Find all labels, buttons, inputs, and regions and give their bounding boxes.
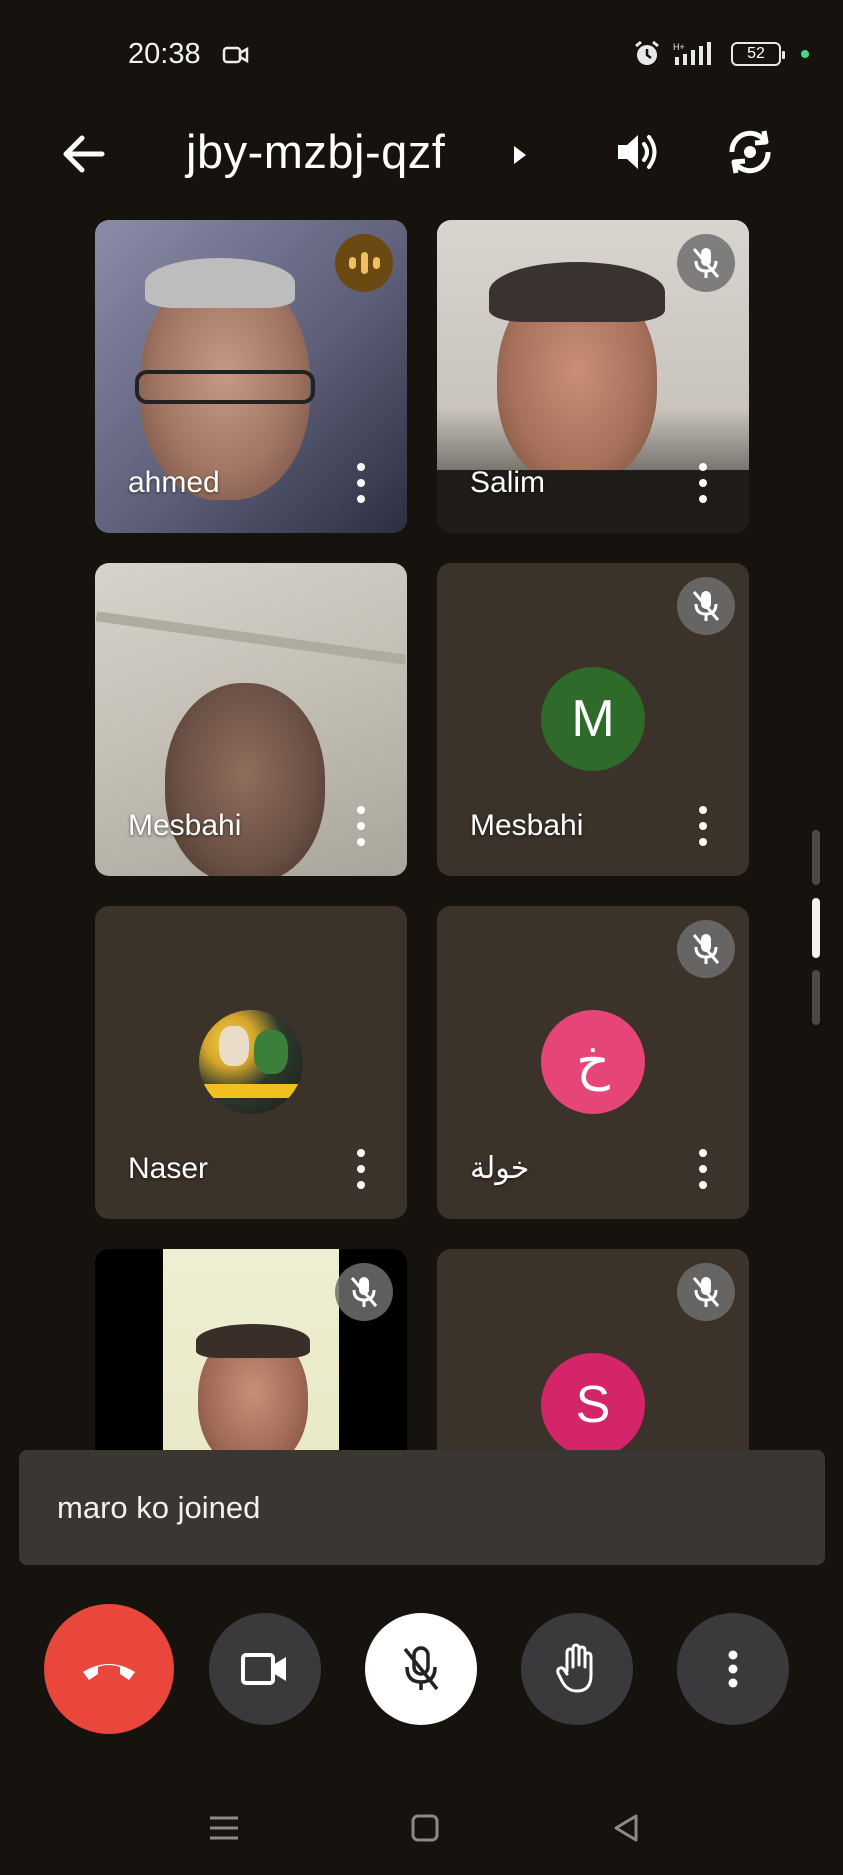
participant-grid: ahmed Salim Mesbahi M Mesbahi Naser خ خو…: [94, 220, 749, 1450]
screen-record-icon: [222, 46, 249, 64]
participant-name: ahmed: [128, 466, 220, 499]
mic-off-badge: [677, 234, 735, 292]
participant-tile[interactable]: S: [437, 1249, 749, 1450]
meeting-code[interactable]: jby-mzbj-qzf: [186, 124, 445, 179]
scrollbar-thumb[interactable]: [812, 898, 820, 958]
svg-text:H+: H+: [673, 42, 685, 52]
participant-tile[interactable]: خ خولة: [437, 906, 749, 1219]
participant-tile[interactable]: ahmed: [95, 220, 407, 533]
participant-name: Mesbahi: [128, 809, 242, 842]
video-camera-icon: [241, 1653, 286, 1685]
avatar: خ: [541, 1010, 645, 1114]
participant-tile[interactable]: [95, 1249, 407, 1450]
participant-name: Mesbahi: [470, 809, 584, 842]
hang-up-icon: [83, 1664, 135, 1680]
speaker-icon: [618, 135, 657, 169]
participant-name: Salim: [470, 466, 546, 499]
camera-toggle-button[interactable]: [209, 1613, 321, 1725]
mic-off-icon: [692, 591, 720, 621]
mic-off-icon: [692, 934, 720, 964]
battery-icon: 52: [731, 42, 785, 66]
participant-video: [163, 1249, 339, 1450]
speaking-indicator: [335, 234, 393, 292]
call-controls: [0, 1600, 843, 1740]
status-time: 20:38: [128, 38, 201, 70]
more-vert-icon[interactable]: [355, 1149, 367, 1189]
mic-off-badge: [335, 1263, 393, 1321]
system-nav-bar: [0, 1790, 843, 1875]
scrollbar-segment: [812, 830, 820, 885]
participant-tile[interactable]: Naser: [95, 906, 407, 1219]
microphone-toggle-button[interactable]: [365, 1613, 477, 1725]
participant-name: خولة: [470, 1152, 530, 1185]
privacy-indicator-dot: [801, 50, 809, 58]
hand-icon: [556, 1643, 593, 1693]
system-back-button[interactable]: [606, 1808, 646, 1848]
grid-scrollbar[interactable]: [812, 830, 820, 1025]
more-vert-icon[interactable]: [697, 463, 709, 503]
back-triangle-icon: [614, 1814, 638, 1842]
mic-off-badge: [677, 1263, 735, 1321]
toast-message: maro ko joined: [57, 1490, 261, 1525]
mic-off-badge: [677, 920, 735, 978]
alarm-icon: [635, 40, 659, 65]
participant-name: Naser: [128, 1152, 209, 1185]
mic-off-icon: [403, 1646, 439, 1691]
more-vert-icon[interactable]: [355, 806, 367, 846]
participant-tile[interactable]: Salim: [437, 220, 749, 533]
recents-button[interactable]: [204, 1808, 244, 1848]
mic-off-icon: [350, 1277, 378, 1307]
home-square-icon: [411, 1814, 439, 1842]
more-vert-icon[interactable]: [697, 1149, 709, 1189]
home-button[interactable]: [405, 1808, 445, 1848]
more-vert-icon: [728, 1650, 738, 1688]
mic-off-icon: [692, 1277, 720, 1307]
menu-icon: [210, 1816, 238, 1840]
switch-camera-button[interactable]: [722, 124, 778, 180]
avatar: S: [541, 1353, 645, 1450]
end-call-button[interactable]: [44, 1604, 174, 1734]
meeting-top-bar: jby-mzbj-qzf: [0, 110, 843, 210]
scrollbar-segment: [812, 970, 820, 1025]
status-icons: H+ 52: [633, 40, 809, 68]
join-notification-toast: maro ko joined: [19, 1450, 825, 1565]
participant-tile[interactable]: M Mesbahi: [437, 563, 749, 876]
back-button[interactable]: [58, 128, 110, 180]
more-vert-icon[interactable]: [697, 806, 709, 846]
avatar: [199, 1010, 303, 1114]
more-vert-icon[interactable]: [355, 463, 367, 503]
mic-off-badge: [677, 577, 735, 635]
back-arrow-icon: [63, 135, 105, 173]
raise-hand-button[interactable]: [521, 1613, 633, 1725]
speaker-button[interactable]: [612, 126, 664, 178]
switch-camera-icon: [729, 130, 771, 174]
caret-right-icon[interactable]: [512, 140, 528, 170]
battery-level: 52: [747, 45, 765, 62]
signal-icon: H+: [673, 42, 711, 65]
participant-tile[interactable]: Mesbahi: [95, 563, 407, 876]
more-options-button[interactable]: [677, 1613, 789, 1725]
status-bar: 20:38 H+ 52: [0, 0, 843, 110]
mic-off-icon: [692, 248, 720, 278]
avatar: M: [541, 667, 645, 771]
